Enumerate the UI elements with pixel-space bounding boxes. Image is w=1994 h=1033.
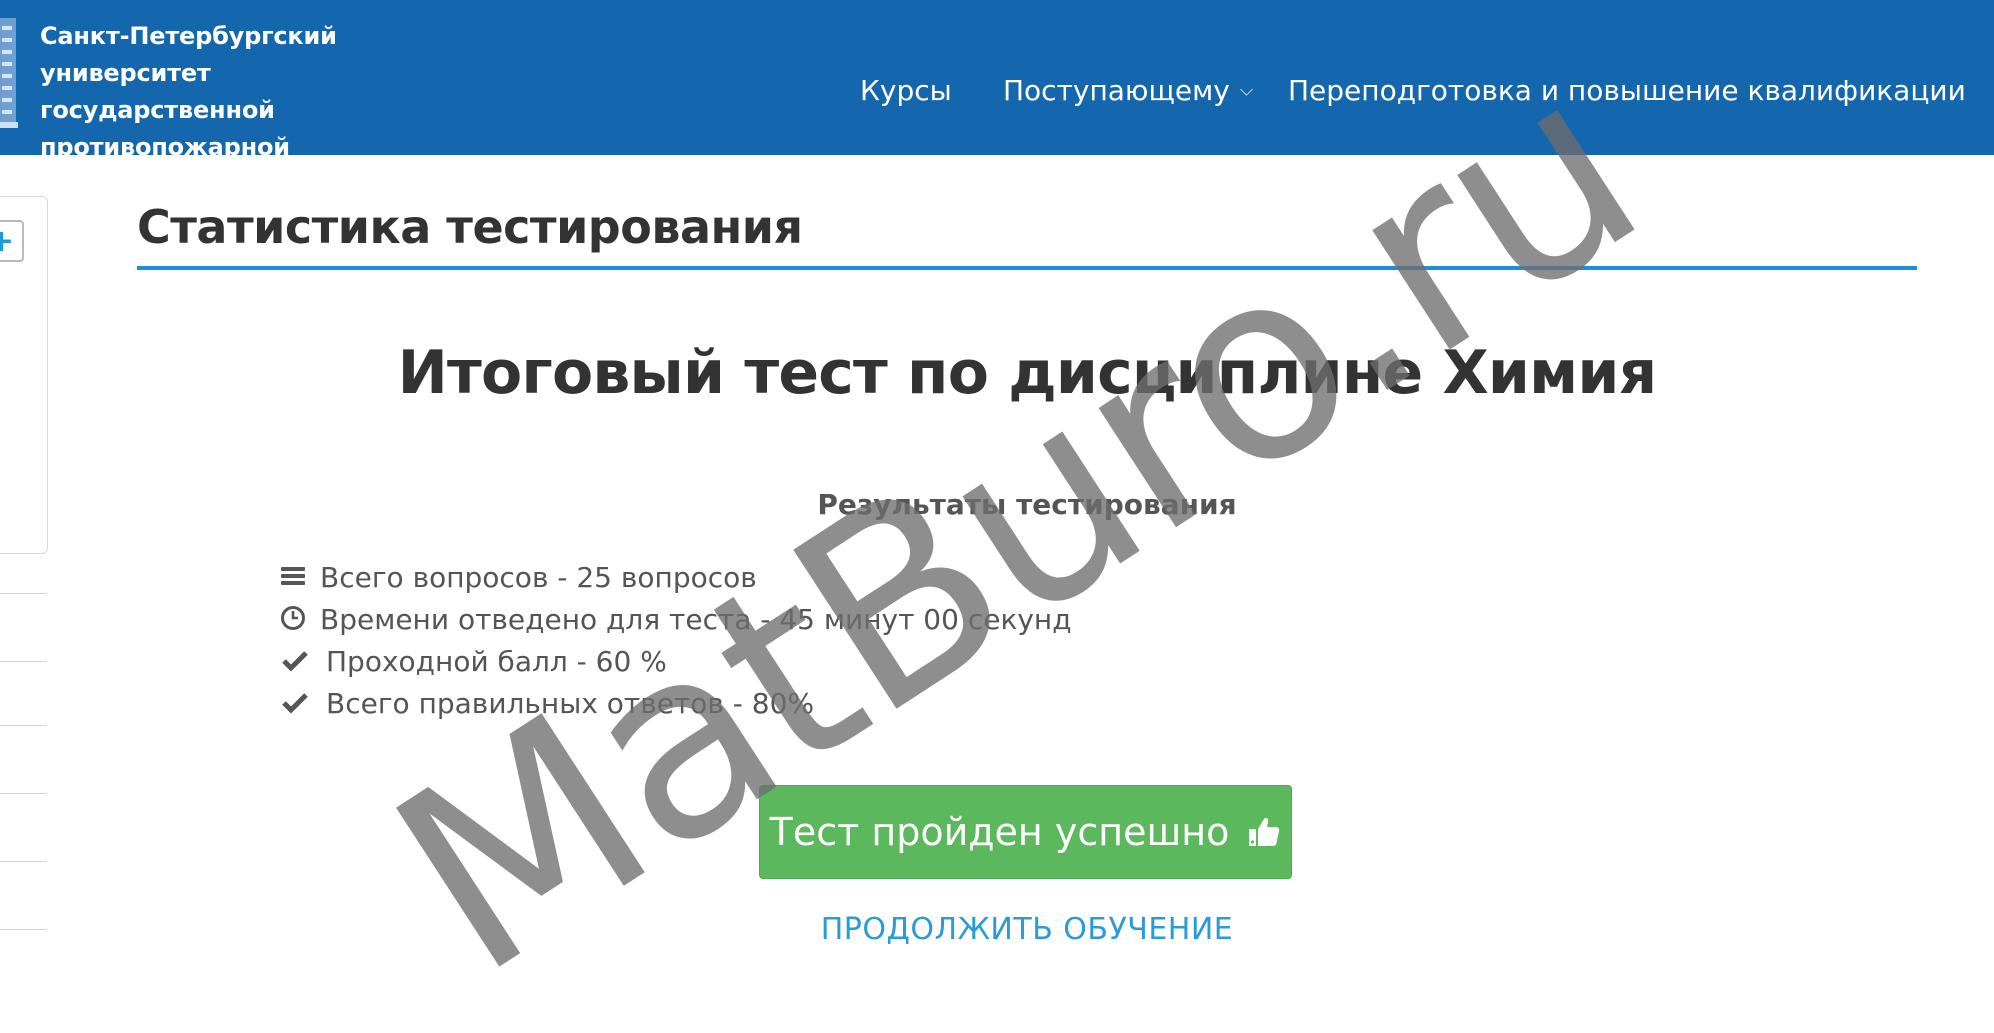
watermark-text: MatBuro.ru xyxy=(347,17,1685,1033)
list-item: Всего вопросов - 25 вопросов xyxy=(280,557,1072,599)
plus-icon: + xyxy=(0,224,14,259)
title-divider xyxy=(137,266,1917,270)
test-title: Итоговый тест по дисциплине Химия xyxy=(397,338,1658,408)
list-item: Времени отведено для теста - 45 минут 00… xyxy=(280,599,1072,641)
stat-text: Всего вопросов - 25 вопросов xyxy=(320,561,757,594)
side-divider xyxy=(0,793,47,794)
test-passed-button[interactable]: Тест пройден успешно xyxy=(759,785,1292,879)
list-icon xyxy=(281,567,305,585)
stats-list: Всего вопросов - 25 вопросов Времени отв… xyxy=(280,557,1072,725)
continue-learning-link[interactable]: ПРОДОЛЖИТЬ ОБУЧЕНИЕ xyxy=(0,912,1994,947)
side-divider xyxy=(0,861,47,862)
check-icon xyxy=(282,651,308,672)
stat-text: Всего правильных ответов - 80% xyxy=(326,687,815,720)
clock-icon xyxy=(281,606,305,630)
expand-plus-button[interactable]: + xyxy=(0,220,24,262)
nav-item-label: Курсы xyxy=(860,74,952,107)
watermark: MatBuro.ru xyxy=(347,17,1685,1032)
nav-item-label: Переподготовка и повышение квалификации xyxy=(1288,74,1966,107)
thumbs-up-icon xyxy=(1249,818,1280,846)
results-heading: Результаты тестирования xyxy=(817,488,1237,521)
list-item: Всего правильных ответов - 80% xyxy=(280,683,1072,725)
check-icon xyxy=(282,693,308,714)
button-label: Тест пройден успешно xyxy=(769,810,1230,854)
nav-item-label: Поступающему xyxy=(1003,74,1230,107)
side-divider xyxy=(0,661,47,662)
main-nav: Курсы Поступающему Переподготовка и повы… xyxy=(0,68,1994,114)
side-divider xyxy=(0,725,47,726)
nav-item-retraining[interactable]: Переподготовка и повышение квалификации xyxy=(1288,68,1966,114)
side-divider xyxy=(0,593,47,594)
list-item: Проходной балл - 60 % xyxy=(280,641,1072,683)
nav-item-courses[interactable]: Курсы xyxy=(860,68,952,114)
top-header: Санкт-Петербургский университет государс… xyxy=(0,0,1994,198)
page-title: Статистика тестирования xyxy=(137,200,803,254)
stat-text: Времени отведено для теста - 45 минут 00… xyxy=(320,603,1072,636)
chevron-down-icon xyxy=(1239,83,1253,96)
stat-text: Проходной балл - 60 % xyxy=(326,645,667,678)
university-name-line: службы МЧС России xyxy=(40,170,321,198)
nav-item-applicants[interactable]: Поступающему xyxy=(1003,68,1253,114)
